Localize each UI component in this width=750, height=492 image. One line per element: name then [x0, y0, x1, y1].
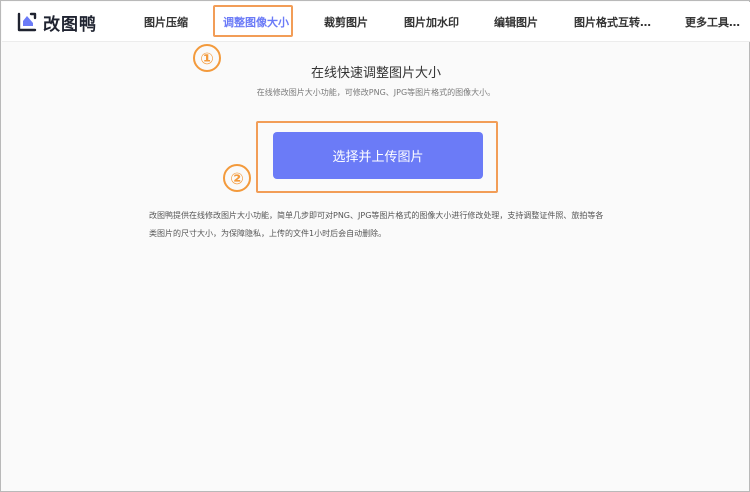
brand-logo[interactable]: 改图鸭 [16, 10, 97, 35]
upload-image-button[interactable]: 选择并上传图片 [273, 132, 483, 179]
nav-image-compress[interactable]: 图片压缩 [144, 14, 188, 32]
page-title: 在线快速调整图片大小 [310, 66, 441, 81]
nav-edit-image[interactable]: 编辑图片 [494, 14, 538, 32]
nav-more-tools[interactable]: 更多工具… [685, 14, 740, 32]
nav-format-convert[interactable]: 图片格式互转… [574, 14, 651, 32]
step-marker-2: ② [223, 164, 251, 192]
page-frame: 改图鸭 图片压缩 调整图像大小 裁剪图片 图片加水印 编辑图片 图片格式互转… … [0, 0, 750, 492]
page-subtitle: 在线修改图片大小功能，可修改PNG、JPG等图片格式的图像大小。 [256, 88, 496, 97]
feature-description: 改图鸭提供在线修改图片大小功能，简单几步即可对PNG、JPG等图片格式的图像大小… [149, 211, 604, 238]
nav-highlight-box [213, 5, 293, 37]
logo-icon [17, 12, 37, 32]
nav-crop-image[interactable]: 裁剪图片 [324, 14, 368, 32]
logo-text: 改图鸭 [43, 14, 97, 35]
nav-add-watermark[interactable]: 图片加水印 [404, 14, 459, 32]
top-nav-bar: 改图鸭 图片压缩 调整图像大小 裁剪图片 图片加水印 编辑图片 图片格式互转… … [2, 2, 750, 42]
